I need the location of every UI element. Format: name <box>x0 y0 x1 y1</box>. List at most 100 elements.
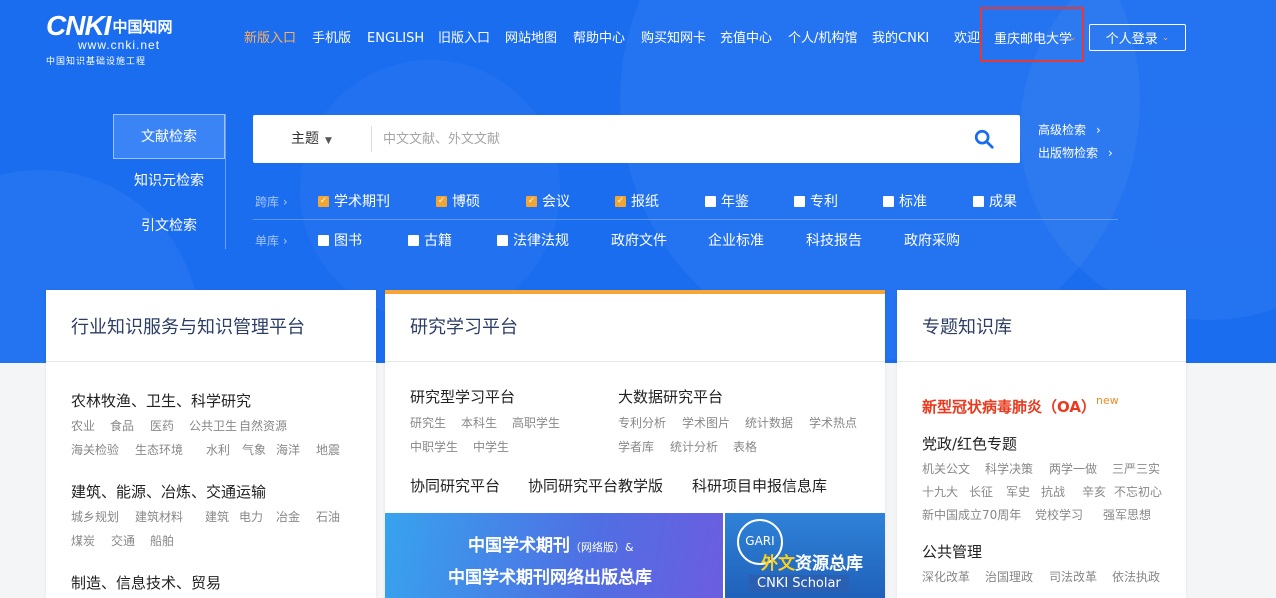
cross-db-option[interactable]: 年鉴 <box>705 191 749 211</box>
advanced-search-link[interactable]: 高级检索 › <box>1038 122 1101 138</box>
bigdata-sub-link[interactable]: 学术热点 <box>809 414 857 431</box>
cross-db-option[interactable]: ✓ 报纸 <box>615 191 659 211</box>
topic-sub-link[interactable]: 辛亥 <box>1082 483 1106 500</box>
category-link[interactable]: 水利 <box>206 441 230 458</box>
topic-sub-link[interactable]: 不忘初心 <box>1114 483 1162 500</box>
checkbox-icon[interactable] <box>883 195 894 207</box>
category-link[interactable]: 交通 <box>111 532 135 549</box>
category-title[interactable]: 农林牧渔、卫生、科学研究 <box>71 390 251 411</box>
checkbox-icon[interactable] <box>408 234 419 246</box>
research-sub-link[interactable]: 中职学生 <box>410 438 458 455</box>
category-title[interactable]: 建筑、能源、冶炼、交通运输 <box>71 481 266 502</box>
nav-help[interactable]: 帮助中心 <box>573 30 625 48</box>
category-link[interactable]: 建筑材料 <box>135 508 183 525</box>
checkbox-icon[interactable]: ✓ <box>615 195 626 207</box>
single-db-option[interactable]: 法律法规 <box>497 230 569 250</box>
collab-platform-link[interactable]: 协同研究平台 <box>410 475 500 496</box>
nav-english[interactable]: ENGLISH <box>367 30 424 48</box>
category-link[interactable]: 生态环境 <box>135 441 183 458</box>
category-link[interactable]: 自然资源 <box>239 417 287 434</box>
topic-sub-link[interactable]: 科学决策 <box>985 460 1033 477</box>
checkbox-icon[interactable] <box>497 234 508 246</box>
cross-db-option[interactable]: 专利 <box>794 191 838 211</box>
category-link[interactable]: 电力 <box>239 508 263 525</box>
nav-mobile[interactable]: 手机版 <box>312 30 351 48</box>
institution-name[interactable]: 重庆邮电大学 <box>994 31 1072 49</box>
research-sub-link[interactable]: 研究生 <box>410 414 446 431</box>
single-db-option[interactable]: 古籍 <box>408 230 452 250</box>
topic-sub-link[interactable]: 治国理政 <box>985 568 1033 585</box>
research-sub-link[interactable]: 本科生 <box>461 414 497 431</box>
chevron-down-icon[interactable]: ⌄ <box>1069 33 1077 43</box>
project-info-link[interactable]: 科研项目申报信息库 <box>692 475 827 496</box>
category-link[interactable]: 石油 <box>316 508 340 525</box>
category-link[interactable]: 海关检验 <box>71 441 119 458</box>
tab-literature-search[interactable]: 文献检索 <box>113 114 225 159</box>
topic-sub-link[interactable]: 两学一做 <box>1049 460 1097 477</box>
category-link[interactable]: 气象 <box>242 441 266 458</box>
topic-sub-link[interactable]: 深化改革 <box>922 568 970 585</box>
checkbox-icon[interactable] <box>318 234 329 246</box>
category-link[interactable]: 城乡规划 <box>71 508 119 525</box>
category-link[interactable]: 食品 <box>110 417 134 434</box>
nav-recharge[interactable]: 充值中心 <box>720 30 772 48</box>
covid-link[interactable]: 新型冠状病毒肺炎（OA） <box>922 396 1096 417</box>
cross-db-option[interactable]: ✓ 学术期刊 <box>318 191 390 211</box>
checkbox-icon[interactable]: ✓ <box>436 195 447 207</box>
checkbox-icon[interactable] <box>973 195 984 207</box>
login-button[interactable]: 个人登录 ⌄ <box>1089 24 1186 51</box>
bigdata-sub-link[interactable]: 表格 <box>733 438 757 455</box>
cnki-logo[interactable]: CNKI 中国知网 www.cnki.net 中国知识基础设施工程 <box>46 10 188 67</box>
category-link[interactable]: 煤炭 <box>71 532 95 549</box>
checkbox-icon[interactable]: ✓ <box>318 195 329 207</box>
cross-db-option[interactable]: 成果 <box>973 191 1017 211</box>
cross-db-option[interactable]: ✓ 会议 <box>526 191 570 211</box>
topic-sub-link[interactable]: 十九大 <box>922 483 958 500</box>
topic-sub-link[interactable]: 三严三实 <box>1112 460 1160 477</box>
tab-citation-search[interactable]: 引文检索 <box>113 204 225 249</box>
topic-sub-link[interactable]: 依法执政 <box>1112 568 1160 585</box>
scholar-banner[interactable]: GARI 外文资源总库 CNKI Scholar <box>725 513 885 598</box>
journal-banner[interactable]: 中国学术期刊（网络版）& 中国学术期刊网络出版总库 <box>385 513 723 598</box>
checkbox-icon[interactable]: ✓ <box>526 195 537 207</box>
category-link[interactable]: 海洋 <box>276 441 300 458</box>
research-sub-link[interactable]: 中学生 <box>473 438 509 455</box>
category-link[interactable]: 地震 <box>316 441 340 458</box>
category-link[interactable]: 船舶 <box>150 532 174 549</box>
category-link[interactable]: 农业 <box>71 417 95 434</box>
collab-teaching-link[interactable]: 协同研究平台教学版 <box>528 475 663 496</box>
nav-buy-card[interactable]: 购买知网卡 <box>641 30 706 48</box>
public-admin-title[interactable]: 公共管理 <box>922 541 982 562</box>
single-db-link[interactable]: 政府采购 <box>904 230 960 250</box>
party-topic-title[interactable]: 党政/红色专题 <box>922 433 1017 454</box>
single-db-link[interactable]: 科技报告 <box>806 230 862 250</box>
topic-sub-link[interactable]: 抗战 <box>1041 483 1065 500</box>
research-sub-link[interactable]: 高职学生 <box>512 414 560 431</box>
research-learning-title[interactable]: 研究型学习平台 <box>410 386 515 407</box>
bigdata-sub-link[interactable]: 统计数据 <box>745 414 793 431</box>
topic-sub-link[interactable]: 新中国成立70周年 <box>922 506 1021 523</box>
bigdata-sub-link[interactable]: 学者库 <box>618 438 654 455</box>
checkbox-icon[interactable] <box>705 195 716 207</box>
bigdata-sub-link[interactable]: 统计分析 <box>670 438 718 455</box>
single-db-link[interactable]: 企业标准 <box>708 230 764 250</box>
cross-db-option[interactable]: ✓ 博硕 <box>436 191 480 211</box>
topic-sub-link[interactable]: 军史 <box>1006 483 1030 500</box>
bigdata-platform-title[interactable]: 大数据研究平台 <box>618 386 723 407</box>
search-field-select[interactable]: 主题 ▼ <box>291 115 332 163</box>
category-title[interactable]: 制造、信息技术、贸易 <box>71 572 221 593</box>
topic-sub-link[interactable]: 强军思想 <box>1103 506 1151 523</box>
checkbox-icon[interactable] <box>794 195 805 207</box>
bigdata-sub-link[interactable]: 学术图片 <box>682 414 730 431</box>
nav-sitemap[interactable]: 网站地图 <box>505 30 557 48</box>
category-link[interactable]: 医药 <box>150 417 174 434</box>
cross-db-option[interactable]: 标准 <box>883 191 927 211</box>
search-input[interactable] <box>383 123 963 155</box>
category-link[interactable]: 公共卫生 <box>189 417 237 434</box>
bigdata-sub-link[interactable]: 专利分析 <box>618 414 666 431</box>
topic-sub-link[interactable]: 机关公文 <box>922 460 970 477</box>
single-db-option[interactable]: 图书 <box>318 230 362 250</box>
category-link[interactable]: 冶金 <box>276 508 300 525</box>
nav-old-entry[interactable]: 旧版入口 <box>438 30 490 48</box>
nav-new-entry[interactable]: 新版入口 <box>244 30 296 48</box>
